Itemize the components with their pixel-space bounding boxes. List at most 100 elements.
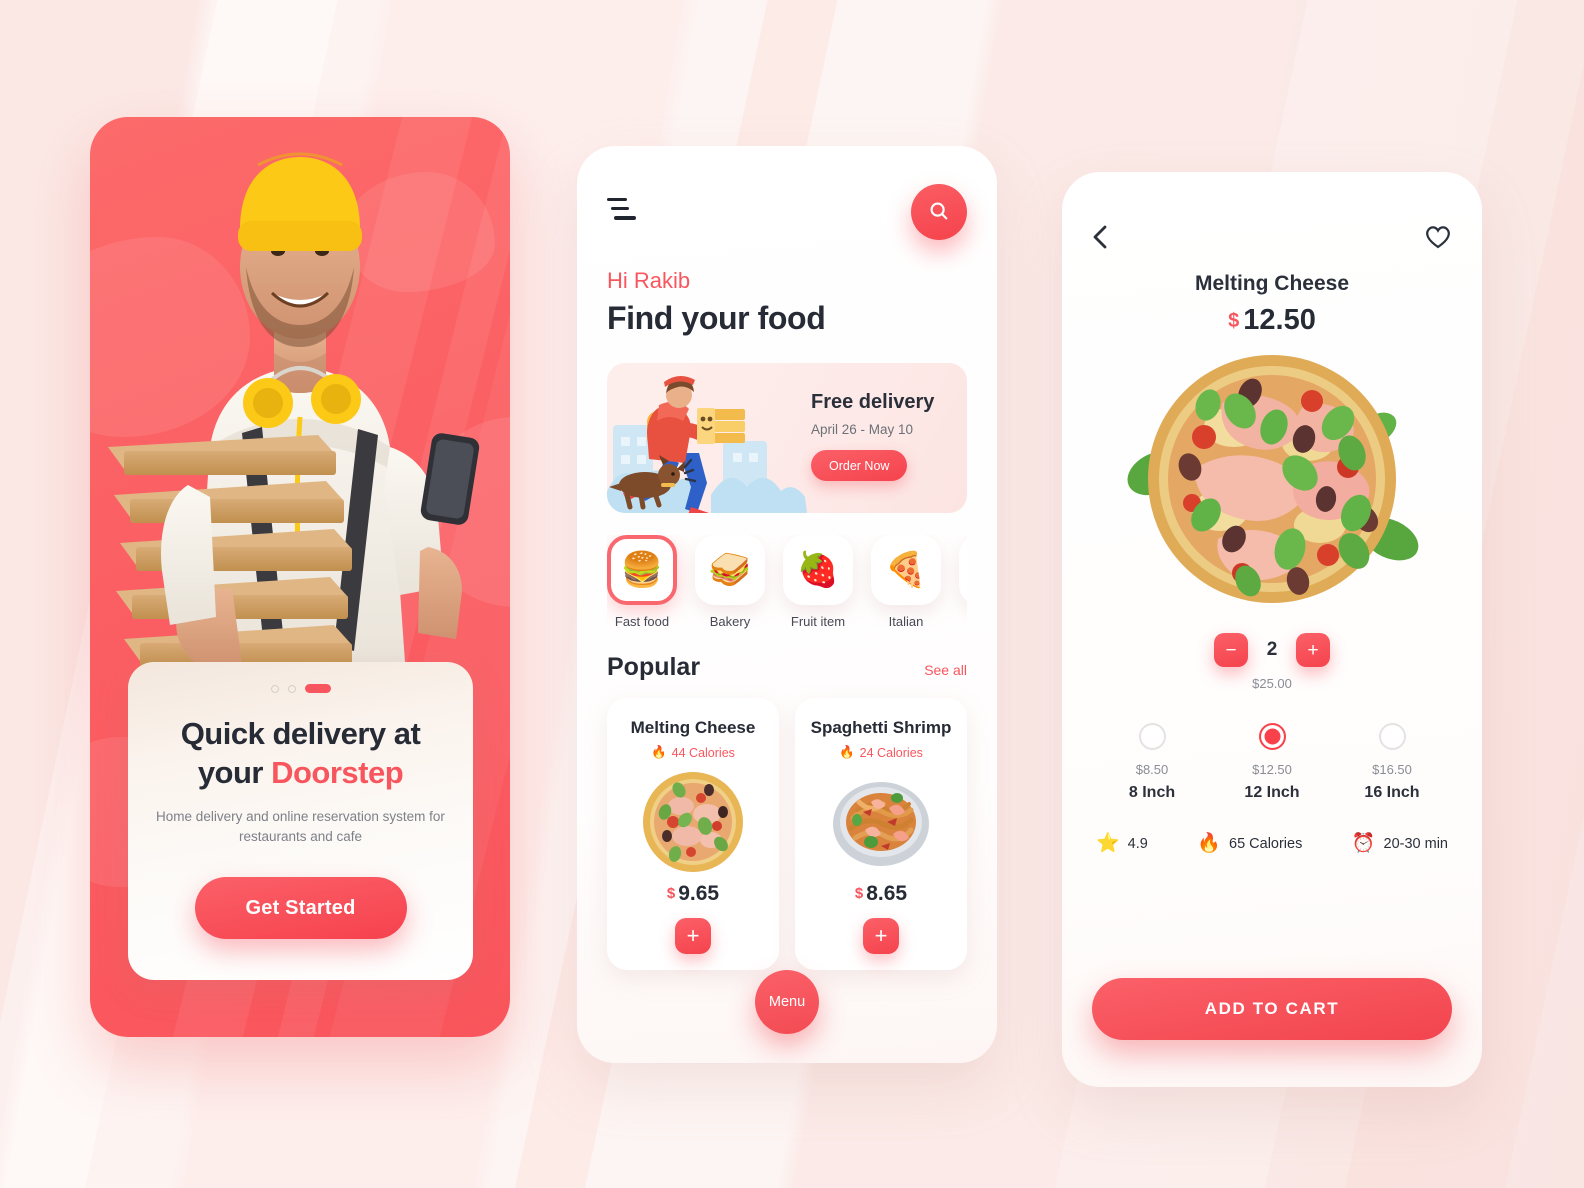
price-value: 9.65	[678, 882, 720, 905]
strawberry-icon: 🍓	[783, 535, 853, 605]
product-image-pizza	[1092, 343, 1452, 615]
size-price: $8.50	[1135, 762, 1169, 777]
headline-line-2-prefix: your	[197, 754, 272, 790]
radio-icon-selected[interactable]	[1258, 723, 1286, 750]
add-to-cart-button[interactable]: ADD TO CART	[1092, 978, 1452, 1040]
onboarding-screen: Quick delivery at your Doorstep Home del…	[90, 117, 510, 1037]
category-item-italian[interactable]: 🍕 Italian	[871, 535, 941, 629]
popular-section-header: Popular See all	[607, 653, 967, 682]
product-detail-screen: Melting Cheese $12.50 − 2 + $25.00 $8.50…	[1062, 172, 1482, 1087]
pagination-dot[interactable]	[270, 684, 279, 693]
radio-icon[interactable]	[1138, 723, 1166, 750]
courier-illustration	[607, 363, 807, 513]
promo-banner[interactable]: Free delivery April 26 - May 10 Order No…	[607, 363, 967, 513]
price-value: 8.65	[866, 882, 908, 905]
item-price: $8.65	[855, 882, 907, 906]
home-screen: Hi Rakib Find your food Free delivery Ap…	[577, 146, 997, 1063]
hot-dog-icon: 🌭	[959, 535, 967, 605]
delivery-time-value: 20-30 min	[1383, 835, 1448, 852]
size-label: 16 Inch	[1364, 784, 1420, 801]
courier-photo	[90, 117, 510, 717]
search-button[interactable]	[911, 184, 967, 240]
calories-text: 24 Calories	[859, 745, 923, 760]
alarm-clock-icon: ⏰	[1351, 833, 1376, 854]
promo-heading: Free delivery	[811, 391, 935, 413]
pagination-dot[interactable]	[287, 684, 296, 693]
burger-icon: 🍔	[607, 535, 677, 605]
favorite-button[interactable]	[1424, 224, 1452, 250]
item-image-pizza	[639, 768, 747, 876]
currency-symbol: $	[666, 885, 676, 902]
quantity-value: 2	[1266, 639, 1278, 660]
product-price: $12.50	[1092, 304, 1452, 337]
add-item-button[interactable]: +	[675, 918, 711, 954]
category-label: Bakery	[709, 614, 751, 629]
item-name: Spaghetti Shrimp	[810, 718, 952, 737]
search-icon	[928, 200, 950, 225]
headline-accent-word: Doorstep	[271, 754, 404, 790]
size-options[interactable]: $8.50 8 Inch $12.50 12 Inch $16.50 16 In…	[1092, 723, 1452, 802]
category-item-fruit[interactable]: 🍓 Fruit item	[783, 535, 853, 629]
list-item[interactable]: Spaghetti Shrimp 🔥 24 Calories $ 8.65 +	[795, 698, 967, 970]
rating-value: 4.9	[1127, 835, 1148, 852]
category-label: Italian	[888, 614, 924, 629]
radio-icon[interactable]	[1378, 723, 1406, 750]
flame-icon: 🔥	[651, 745, 667, 759]
category-item-fast-food[interactable]: 🍔 Fast food	[607, 535, 677, 629]
page-title: Quick delivery at your Doorstep	[154, 715, 447, 793]
quantity-total-price: $25.00	[1252, 676, 1292, 691]
order-now-button[interactable]: Order Now	[811, 450, 908, 481]
increment-button[interactable]: +	[1296, 633, 1330, 667]
home-title: Find your food	[607, 300, 826, 336]
see-all-link[interactable]: See all	[924, 662, 967, 678]
decrement-button[interactable]: −	[1214, 633, 1248, 667]
category-label: Hot	[959, 614, 967, 629]
size-price: $12.50	[1252, 762, 1292, 777]
sandwich-icon: 🥪	[695, 535, 765, 605]
currency-symbol: $	[854, 885, 864, 902]
back-button[interactable]	[1092, 224, 1108, 250]
get-started-button[interactable]: Get Started	[194, 877, 407, 939]
size-price: $16.50	[1372, 762, 1412, 777]
size-option-8-inch[interactable]: $8.50 8 Inch	[1092, 723, 1212, 802]
size-option-16-inch[interactable]: $16.50 16 Inch	[1332, 723, 1452, 802]
category-item-hot-dog[interactable]: 🌭 Hot	[959, 535, 967, 629]
pagination-dots[interactable]	[154, 684, 447, 693]
pizza-slice-icon: 🍕	[871, 535, 941, 605]
flame-icon: 🔥	[839, 745, 855, 759]
category-label: Fruit item	[790, 614, 846, 629]
rating-stat: ⭐ 4.9	[1096, 834, 1148, 853]
promo-text: Free delivery April 26 - May 10 Order No…	[807, 363, 967, 513]
detail-topbar	[1092, 224, 1452, 250]
quantity-stepper[interactable]: − 2 +	[1092, 633, 1452, 667]
chevron-left-icon	[1092, 225, 1108, 253]
hamburger-icon[interactable]	[607, 190, 637, 226]
pagination-dot-active[interactable]	[304, 684, 331, 693]
currency-symbol: $	[1228, 310, 1240, 332]
product-name: Melting Cheese	[1194, 272, 1350, 295]
home-topbar	[607, 184, 967, 240]
menu-floating-button[interactable]: Menu	[755, 970, 819, 1034]
flame-icon: 🔥	[1197, 833, 1221, 854]
item-image-spaghetti	[827, 768, 935, 876]
item-calories: 🔥 44 Calories	[651, 745, 735, 760]
onboarding-info-card: Quick delivery at your Doorstep Home del…	[128, 662, 473, 980]
list-item[interactable]: Melting Cheese 🔥 44 Calories $ 9.65 +	[607, 698, 779, 970]
star-icon: ⭐	[1096, 833, 1120, 854]
product-stats: ⭐ 4.9 🔥 65 Calories ⏰ 20-30 min	[1092, 834, 1452, 853]
popular-title: Popular	[607, 653, 701, 681]
popular-list: Melting Cheese 🔥 44 Calories $ 9.65 + Sp…	[607, 698, 967, 970]
item-calories: 🔥 24 Calories	[839, 745, 923, 760]
size-option-12-inch[interactable]: $12.50 12 Inch	[1212, 723, 1332, 802]
calories-stat: 🔥 65 Calories	[1197, 834, 1302, 853]
greeting-text: Hi Rakib	[607, 268, 691, 293]
promo-dates: April 26 - May 10	[811, 422, 914, 437]
category-item-bakery[interactable]: 🥪 Bakery	[695, 535, 765, 629]
category-label: Fast food	[614, 614, 670, 629]
size-label: 8 Inch	[1128, 784, 1176, 801]
price-value: 12.50	[1243, 304, 1316, 336]
heart-icon	[1424, 226, 1452, 253]
add-item-button[interactable]: +	[863, 918, 899, 954]
calories-value: 65 Calories	[1229, 835, 1303, 852]
category-list[interactable]: 🍔 Fast food 🥪 Bakery 🍓 Fruit item 🍕 Ital…	[607, 535, 967, 629]
